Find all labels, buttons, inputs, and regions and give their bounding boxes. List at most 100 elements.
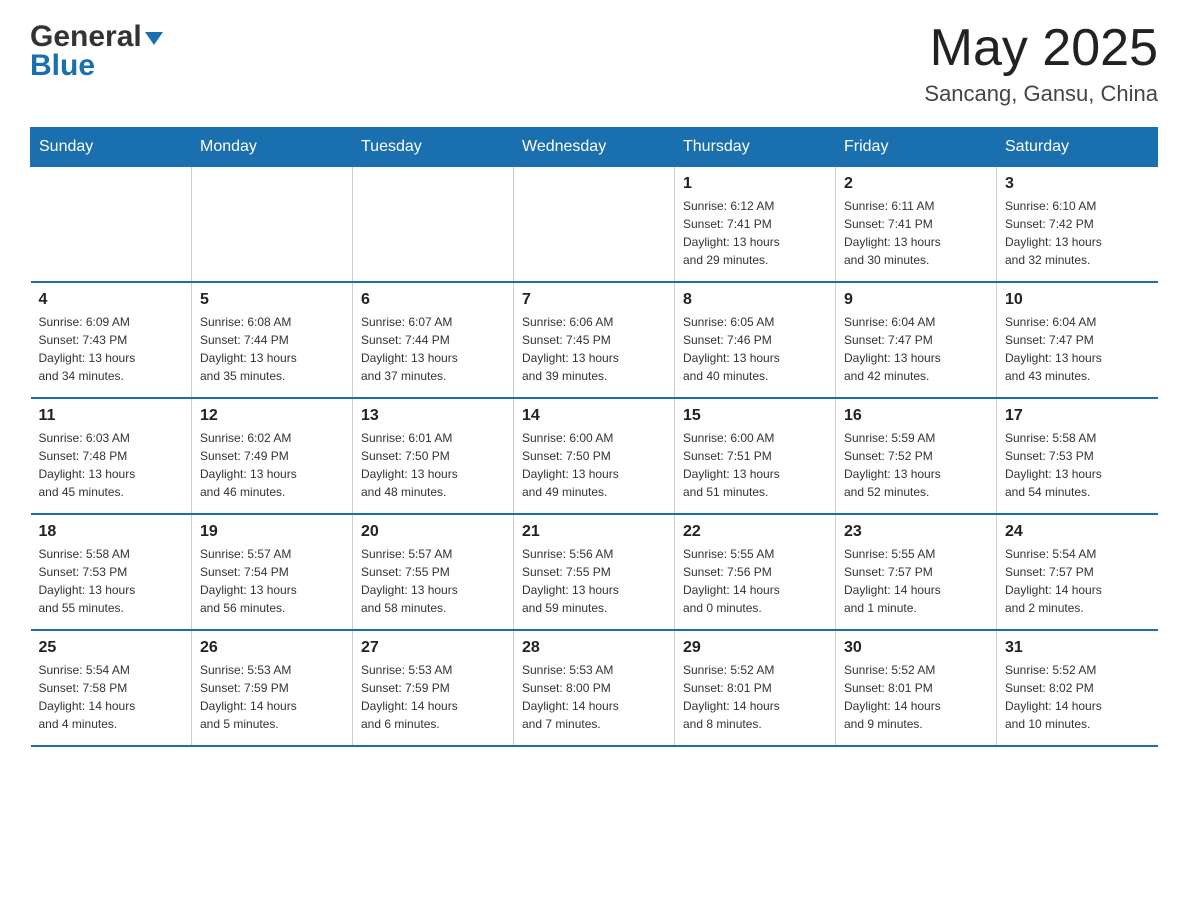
calendar-cell: 30Sunrise: 5:52 AM Sunset: 8:01 PM Dayli… — [836, 630, 997, 746]
col-tuesday: Tuesday — [353, 128, 514, 167]
day-info: Sunrise: 5:58 AM Sunset: 7:53 PM Dayligh… — [39, 545, 184, 617]
calendar-cell: 25 Sunrise: 5:54 AM Sunset: 7:58 PM Dayli… — [31, 630, 192, 746]
calendar-cell: 11Sunrise: 6:03 AM Sunset: 7:48 PM Dayli… — [31, 398, 192, 514]
calendar-cell: 29 Sunrise: 5:52 AM Sunset: 8:01 PM Dayli… — [675, 630, 836, 746]
calendar-cell: 20Sunrise: 5:57 AM Sunset: 7:55 PM Dayli… — [353, 514, 514, 630]
day-number: 14 — [522, 407, 666, 425]
logo: General Blue — [30, 20, 163, 83]
calendar-week-row: 4 Sunrise: 6:09 AM Sunset: 7:43 PM Daylig… — [31, 282, 1158, 398]
day-info: Sunrise: 5:53 AM Sunset: 8:00 PM Dayligh… — [522, 661, 666, 733]
col-monday: Monday — [192, 128, 353, 167]
day-info: Sunrise: 5:55 AM Sunset: 7:56 PM Dayligh… — [683, 545, 827, 617]
calendar-cell: 26Sunrise: 5:53 AM Sunset: 7:59 PM Dayli… — [192, 630, 353, 746]
day-info: Sunrise: 6:01 AM Sunset: 7:50 PM Dayligh… — [361, 429, 505, 501]
calendar-cell: 14Sunrise: 6:00 AM Sunset: 7:50 PM Dayli… — [514, 398, 675, 514]
day-info: Sunrise: 6:00 AM Sunset: 7:51 PM Dayligh… — [683, 429, 827, 501]
day-number: 29 — [683, 639, 827, 657]
calendar-cell: 2 Sunrise: 6:11 AM Sunset: 7:41 PM Daylig… — [836, 167, 997, 283]
day-info: Sunrise: 5:53 AM Sunset: 7:59 PM Dayligh… — [200, 661, 344, 733]
day-number: 15 — [683, 407, 827, 425]
calendar-cell: 4 Sunrise: 6:09 AM Sunset: 7:43 PM Daylig… — [31, 282, 192, 398]
day-number: 24 — [1005, 523, 1150, 541]
calendar-cell: 3 Sunrise: 6:10 AM Sunset: 7:42 PM Daylig… — [997, 167, 1158, 283]
day-number: 9 — [844, 291, 988, 309]
day-number: 19 — [200, 523, 344, 541]
logo-triangle-icon — [145, 32, 163, 45]
calendar-cell — [31, 167, 192, 283]
day-info: Sunrise: 5:53 AM Sunset: 7:59 PM Dayligh… — [361, 661, 505, 733]
day-number: 12 — [200, 407, 344, 425]
calendar-cell: 8Sunrise: 6:05 AM Sunset: 7:46 PM Daylig… — [675, 282, 836, 398]
calendar-cell: 21 Sunrise: 5:56 AM Sunset: 7:55 PM Dayli… — [514, 514, 675, 630]
day-number: 7 — [522, 291, 666, 309]
calendar-cell: 12 Sunrise: 6:02 AM Sunset: 7:49 PM Dayli… — [192, 398, 353, 514]
title-block: May 2025 Sancang, Gansu, China — [924, 20, 1158, 107]
day-number: 4 — [39, 291, 184, 309]
day-info: Sunrise: 5:52 AM Sunset: 8:01 PM Dayligh… — [683, 661, 827, 733]
day-info: Sunrise: 6:04 AM Sunset: 7:47 PM Dayligh… — [1005, 313, 1150, 385]
col-wednesday: Wednesday — [514, 128, 675, 167]
day-info: Sunrise: 5:59 AM Sunset: 7:52 PM Dayligh… — [844, 429, 988, 501]
day-number: 3 — [1005, 175, 1150, 193]
calendar-cell: 24 Sunrise: 5:54 AM Sunset: 7:57 PM Dayli… — [997, 514, 1158, 630]
day-number: 16 — [844, 407, 988, 425]
day-number: 20 — [361, 523, 505, 541]
day-info: Sunrise: 5:56 AM Sunset: 7:55 PM Dayligh… — [522, 545, 666, 617]
calendar-cell: 19 Sunrise: 5:57 AM Sunset: 7:54 PM Dayli… — [192, 514, 353, 630]
calendar-cell: 10 Sunrise: 6:04 AM Sunset: 7:47 PM Dayli… — [997, 282, 1158, 398]
calendar-cell: 16 Sunrise: 5:59 AM Sunset: 7:52 PM Dayli… — [836, 398, 997, 514]
calendar-cell: 18 Sunrise: 5:58 AM Sunset: 7:53 PM Dayli… — [31, 514, 192, 630]
calendar-cell — [353, 167, 514, 283]
calendar-week-row: 18 Sunrise: 5:58 AM Sunset: 7:53 PM Dayli… — [31, 514, 1158, 630]
calendar-cell: 31 Sunrise: 5:52 AM Sunset: 8:02 PM Dayli… — [997, 630, 1158, 746]
calendar-week-row: 11Sunrise: 6:03 AM Sunset: 7:48 PM Dayli… — [31, 398, 1158, 514]
page-header: General Blue May 2025 Sancang, Gansu, Ch… — [30, 20, 1158, 107]
calendar-cell: 1Sunrise: 6:12 AM Sunset: 7:41 PM Daylig… — [675, 167, 836, 283]
calendar-cell: 6 Sunrise: 6:07 AM Sunset: 7:44 PM Daylig… — [353, 282, 514, 398]
day-number: 25 — [39, 639, 184, 657]
day-number: 18 — [39, 523, 184, 541]
day-number: 27 — [361, 639, 505, 657]
day-info: Sunrise: 6:08 AM Sunset: 7:44 PM Dayligh… — [200, 313, 344, 385]
col-sunday: Sunday — [31, 128, 192, 167]
day-info: Sunrise: 5:54 AM Sunset: 7:57 PM Dayligh… — [1005, 545, 1150, 617]
day-number: 10 — [1005, 291, 1150, 309]
col-thursday: Thursday — [675, 128, 836, 167]
day-info: Sunrise: 6:04 AM Sunset: 7:47 PM Dayligh… — [844, 313, 988, 385]
calendar-week-row: 1Sunrise: 6:12 AM Sunset: 7:41 PM Daylig… — [31, 167, 1158, 283]
day-number: 31 — [1005, 639, 1150, 657]
day-info: Sunrise: 6:06 AM Sunset: 7:45 PM Dayligh… — [522, 313, 666, 385]
day-info: Sunrise: 5:54 AM Sunset: 7:58 PM Dayligh… — [39, 661, 184, 733]
calendar-cell: 13 Sunrise: 6:01 AM Sunset: 7:50 PM Dayli… — [353, 398, 514, 514]
day-number: 6 — [361, 291, 505, 309]
col-friday: Friday — [836, 128, 997, 167]
col-saturday: Saturday — [997, 128, 1158, 167]
month-year-title: May 2025 — [924, 20, 1158, 77]
day-info: Sunrise: 6:11 AM Sunset: 7:41 PM Dayligh… — [844, 197, 988, 269]
day-info: Sunrise: 5:57 AM Sunset: 7:54 PM Dayligh… — [200, 545, 344, 617]
day-info: Sunrise: 6:03 AM Sunset: 7:48 PM Dayligh… — [39, 429, 184, 501]
calendar-table: Sunday Monday Tuesday Wednesday Thursday… — [30, 127, 1158, 747]
day-number: 17 — [1005, 407, 1150, 425]
day-number: 30 — [844, 639, 988, 657]
calendar-cell: 9 Sunrise: 6:04 AM Sunset: 7:47 PM Daylig… — [836, 282, 997, 398]
day-info: Sunrise: 6:10 AM Sunset: 7:42 PM Dayligh… — [1005, 197, 1150, 269]
day-number: 28 — [522, 639, 666, 657]
calendar-cell: 15 Sunrise: 6:00 AM Sunset: 7:51 PM Dayli… — [675, 398, 836, 514]
day-info: Sunrise: 6:07 AM Sunset: 7:44 PM Dayligh… — [361, 313, 505, 385]
day-number: 13 — [361, 407, 505, 425]
calendar-cell: 5 Sunrise: 6:08 AM Sunset: 7:44 PM Daylig… — [192, 282, 353, 398]
day-info: Sunrise: 6:12 AM Sunset: 7:41 PM Dayligh… — [683, 197, 827, 269]
calendar-cell: 17Sunrise: 5:58 AM Sunset: 7:53 PM Dayli… — [997, 398, 1158, 514]
day-info: Sunrise: 5:52 AM Sunset: 8:02 PM Dayligh… — [1005, 661, 1150, 733]
calendar-cell: 28 Sunrise: 5:53 AM Sunset: 8:00 PM Dayli… — [514, 630, 675, 746]
day-number: 2 — [844, 175, 988, 193]
day-info: Sunrise: 6:02 AM Sunset: 7:49 PM Dayligh… — [200, 429, 344, 501]
day-info: Sunrise: 6:05 AM Sunset: 7:46 PM Dayligh… — [683, 313, 827, 385]
location-subtitle: Sancang, Gansu, China — [924, 81, 1158, 107]
calendar-cell — [514, 167, 675, 283]
calendar-header-row: Sunday Monday Tuesday Wednesday Thursday… — [31, 128, 1158, 167]
day-info: Sunrise: 6:09 AM Sunset: 7:43 PM Dayligh… — [39, 313, 184, 385]
day-number: 5 — [200, 291, 344, 309]
day-number: 21 — [522, 523, 666, 541]
